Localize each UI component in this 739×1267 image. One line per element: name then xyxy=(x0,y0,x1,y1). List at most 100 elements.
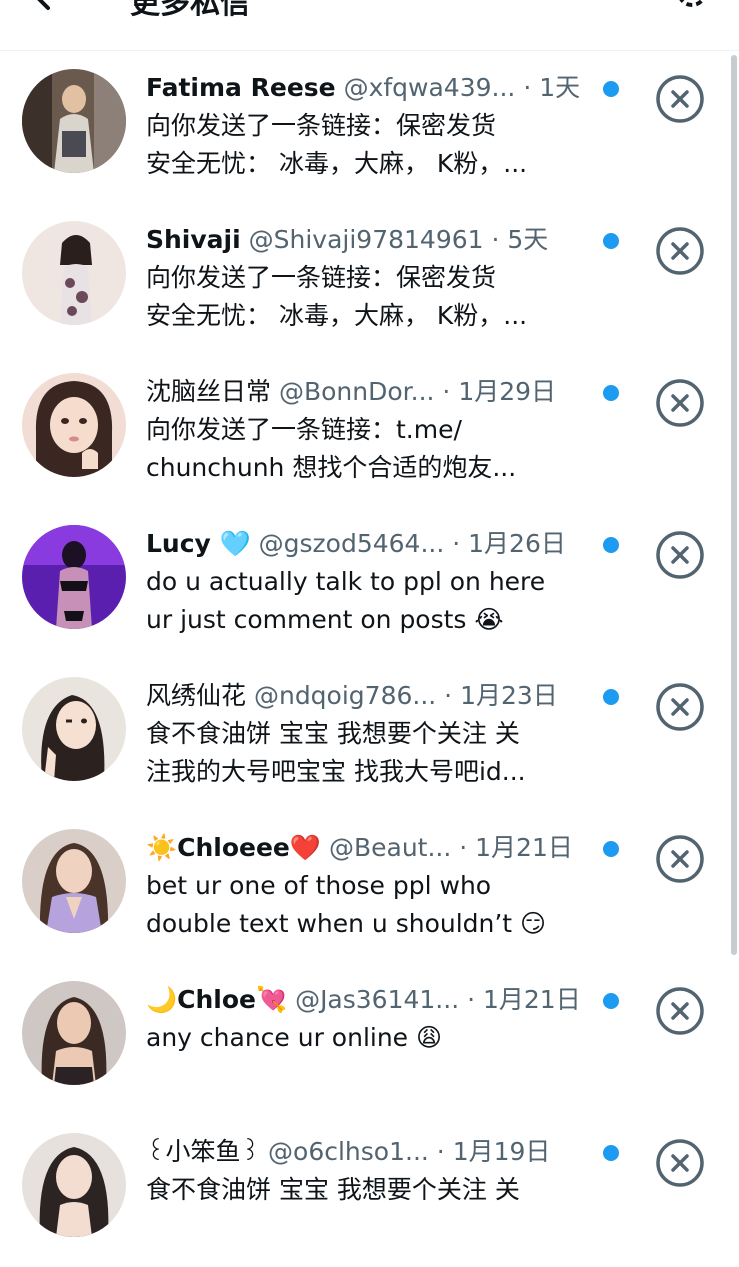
timestamp: 1月19日 xyxy=(452,1137,551,1166)
unread-indicator xyxy=(603,233,619,249)
message-request-meta: Lucy 🩵 @gszod5464... · 1月26日 xyxy=(146,525,596,563)
close-circle-icon xyxy=(656,75,704,123)
close-circle-icon xyxy=(656,683,704,731)
message-request-meta: ꒰小笨鱼꒱ @o6clhso1... · 1月19日 xyxy=(146,1133,596,1171)
message-request-row[interactable]: Shivaji @Shivaji97814961 · 5天 向你发送了一条链接：… xyxy=(0,203,730,355)
separator: · xyxy=(451,833,476,862)
sender-handle: @Beaut... xyxy=(328,833,452,862)
message-preview-line-1: any chance ur online 😩 xyxy=(146,1023,443,1052)
message-request-meta: ☀️Chloeee❤️ @Beaut... · 1月21日 xyxy=(146,829,596,867)
sender-name: Lucy 🩵 xyxy=(146,529,251,558)
scrollbar[interactable] xyxy=(731,55,737,955)
message-preview-line-1: 向你发送了一条链接：保密发货 xyxy=(146,263,497,292)
message-preview-line-2: 安全无忧： 冰毒，大麻， K粉，... xyxy=(146,149,528,178)
message-preview-line-1: 向你发送了一条链接：t.me/ xyxy=(146,415,462,444)
timestamp: 5天 xyxy=(507,225,549,254)
sender-handle: @ndqoig786... xyxy=(253,681,437,710)
sender-name: 沈脑丝日常 xyxy=(146,377,272,406)
message-preview-line-2: chunchunh 想找个合适的炮友... xyxy=(146,453,517,482)
gear-icon xyxy=(679,0,705,7)
close-circle-icon xyxy=(656,379,704,427)
message-preview-line-1: 食不食油饼 宝宝 我想要个关注 关 xyxy=(146,1175,520,1204)
close-circle-icon xyxy=(656,227,704,275)
top-bar: 更多私信 xyxy=(0,0,739,51)
unread-indicator xyxy=(603,385,619,401)
dismiss-button[interactable] xyxy=(655,226,705,276)
message-request-row[interactable]: 沈脑丝日常 @BonnDor... · 1月29日 向你发送了一条链接：t.me… xyxy=(0,355,730,507)
message-request-meta: Fatima Reese @xfqwa439... · 1天 xyxy=(146,69,596,107)
separator: · xyxy=(444,529,469,558)
settings-button[interactable] xyxy=(668,0,716,16)
separator: · xyxy=(434,377,459,406)
timestamp: 1月21日 xyxy=(483,985,581,1014)
avatar[interactable] xyxy=(22,69,126,173)
message-request-list: Fatima Reese @xfqwa439... · 1天 向你发送了一条链接… xyxy=(0,51,730,1267)
arrow-left-icon xyxy=(37,0,50,10)
message-request-meta: Shivaji @Shivaji97814961 · 5天 xyxy=(146,221,596,259)
unread-indicator xyxy=(603,1145,619,1161)
timestamp: 1月21日 xyxy=(475,833,573,862)
dismiss-button[interactable] xyxy=(655,74,705,124)
unread-indicator xyxy=(603,689,619,705)
message-preview-line-1: 食不食油饼 宝宝 我想要个关注 关 xyxy=(146,719,520,748)
separator: · xyxy=(428,1137,453,1166)
separator: · xyxy=(436,681,461,710)
message-preview-line-2: ur just comment on posts 😭 xyxy=(146,605,504,634)
message-request-row[interactable]: ☀️Chloeee❤️ @Beaut... · 1月21日 bet ur one… xyxy=(0,811,730,963)
message-preview-line-2: 注我的大号吧宝宝 找我大号吧id... xyxy=(146,757,526,786)
message-request-row[interactable]: 🌙Chloe💘 @Jas36141... · 1月21日 any chance … xyxy=(0,963,730,1115)
close-circle-icon xyxy=(656,531,704,579)
sender-name: ꒰小笨鱼꒱ xyxy=(146,1137,261,1166)
dismiss-button[interactable] xyxy=(655,834,705,884)
unread-indicator xyxy=(603,841,619,857)
separator: · xyxy=(515,73,540,102)
timestamp: 1月29日 xyxy=(458,377,557,406)
avatar[interactable] xyxy=(22,981,126,1085)
message-request-meta: 沈脑丝日常 @BonnDor... · 1月29日 xyxy=(146,373,596,411)
sender-name: Shivaji xyxy=(146,225,241,254)
sender-handle: @o6clhso1... xyxy=(268,1137,429,1166)
message-request-meta: 🌙Chloe💘 @Jas36141... · 1月21日 xyxy=(146,981,596,1019)
timestamp: 1月26日 xyxy=(468,529,566,558)
unread-indicator xyxy=(603,993,619,1009)
page-title: 更多私信 xyxy=(130,0,250,21)
dismiss-button[interactable] xyxy=(655,530,705,580)
message-request-row[interactable]: 风绣仙花 @ndqoig786... · 1月23日 食不食油饼 宝宝 我想要个… xyxy=(0,659,730,811)
close-circle-icon xyxy=(656,835,704,883)
sender-handle: @gszod5464... xyxy=(258,529,445,558)
sender-handle: @Shivaji97814961 xyxy=(248,225,484,254)
message-preview-line-1: 向你发送了一条链接：保密发货 xyxy=(146,111,497,140)
separator: · xyxy=(483,225,508,254)
avatar[interactable] xyxy=(22,373,126,477)
sender-handle: @xfqwa439... xyxy=(343,73,516,102)
sender-handle: @Jas36141... xyxy=(295,985,460,1014)
dismiss-button[interactable] xyxy=(655,1138,705,1188)
unread-indicator xyxy=(603,81,619,97)
dismiss-button[interactable] xyxy=(655,986,705,1036)
avatar[interactable] xyxy=(22,677,126,781)
sender-name: Fatima Reese xyxy=(146,73,336,102)
back-button[interactable] xyxy=(18,0,66,18)
message-request-row[interactable]: Lucy 🩵 @gszod5464... · 1月26日 do u actual… xyxy=(0,507,730,659)
dismiss-button[interactable] xyxy=(655,378,705,428)
message-preview-line-2: double text when u shouldn’t 😏 xyxy=(146,909,547,938)
avatar[interactable] xyxy=(22,829,126,933)
message-request-meta: 风绣仙花 @ndqoig786... · 1月23日 xyxy=(146,677,596,715)
message-preview-line-1: bet ur one of those ppl who xyxy=(146,871,492,900)
timestamp: 1天 xyxy=(539,73,581,102)
sender-name: 风绣仙花 xyxy=(146,681,247,710)
avatar[interactable] xyxy=(22,1133,126,1237)
message-request-row[interactable]: Fatima Reese @xfqwa439... · 1天 向你发送了一条链接… xyxy=(0,51,730,203)
timestamp: 1月23日 xyxy=(460,681,558,710)
sender-handle: @BonnDor... xyxy=(278,377,435,406)
avatar[interactable] xyxy=(22,221,126,325)
message-preview-line-1: do u actually talk to ppl on here xyxy=(146,567,546,596)
avatar[interactable] xyxy=(22,525,126,629)
message-request-row[interactable]: ꒰小笨鱼꒱ @o6clhso1... · 1月19日 食不食油饼 宝宝 我想要个… xyxy=(0,1115,730,1267)
separator: · xyxy=(459,985,483,1014)
close-circle-icon xyxy=(656,987,704,1035)
sender-name: 🌙Chloe💘 xyxy=(146,985,288,1014)
dismiss-button[interactable] xyxy=(655,682,705,732)
sender-name: ☀️Chloeee❤️ xyxy=(146,833,322,862)
unread-indicator xyxy=(603,537,619,553)
